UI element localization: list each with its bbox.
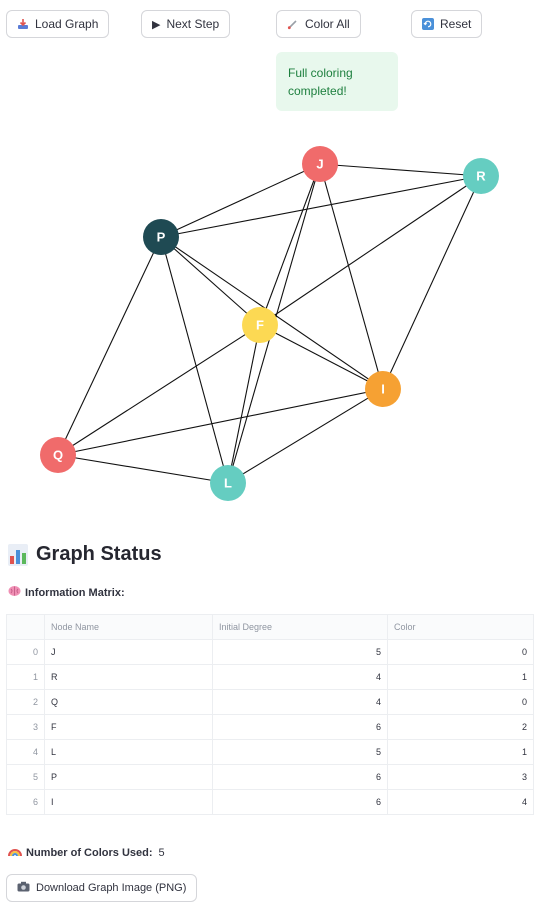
table-row: 6I64 [6,789,534,815]
graph-node-q: Q [40,437,76,473]
color-cell: 3 [387,764,534,790]
graph-edge-i-q [57,388,384,456]
graph-node-l: L [210,465,246,501]
node-label: I [381,382,385,397]
color-cell: 0 [387,689,534,715]
inbox-tray-icon [17,18,29,30]
node-label: R [476,169,486,184]
refresh-icon [422,18,434,30]
table-row: 0J50 [6,639,534,665]
table-row: 4L51 [6,739,534,765]
graph-node-j: J [302,146,338,182]
matrix-label-text: Information Matrix: [25,586,125,599]
node-label: Q [53,448,63,463]
node-label: J [316,157,323,172]
table-header-row: Node Name Initial Degree Color [6,614,534,640]
column-header[interactable]: Color [387,614,534,640]
graph-canvas: J R P F I Q L [40,146,499,501]
row-index: 6 [6,789,45,815]
graph-edge-q-l [57,454,229,484]
color-cell: 1 [387,664,534,690]
color-cell: 0 [387,639,534,665]
node-label: F [256,318,264,333]
rainbow-icon [8,845,22,860]
row-index: 4 [6,739,45,765]
play-icon: ▶ [152,18,161,31]
graph-edge-j-r [319,163,482,177]
node-label: L [224,476,232,491]
paintbrush-icon [287,18,299,30]
table-row: 1R41 [6,664,534,690]
graph-edge-r-p [160,175,482,238]
color-cell: 1 [387,739,534,765]
graph-status-title: Graph Status [36,543,162,565]
graph-edge-r-f [259,175,482,326]
node-name-cell: J [44,639,213,665]
node-name-cell: F [44,714,213,740]
initial-degree-cell: 4 [212,664,388,690]
initial-degree-cell: 6 [212,714,388,740]
initial-degree-cell: 6 [212,789,388,815]
node-name-cell: Q [44,689,213,715]
row-index: 2 [6,689,45,715]
camera-icon [17,881,30,895]
node-name-cell: L [44,739,213,765]
color-cell: 4 [387,789,534,815]
bar-chart-icon [8,543,28,566]
graph-edge-r-i [382,175,482,390]
graph-edge-f-l [227,324,261,484]
color-all-button[interactable]: Color All [276,10,361,38]
load-graph-label: Load Graph [35,17,99,31]
reset-button[interactable]: Reset [411,10,483,38]
graph-node-i: I [365,371,401,407]
download-image-button[interactable]: Download Graph Image (PNG) [6,874,198,902]
node-name-cell: R [44,664,213,690]
node-label: P [157,230,166,245]
initial-degree-cell: 5 [212,639,388,665]
color-cell: 2 [387,714,534,740]
table-row: 3F62 [6,714,534,740]
colors-used-label: Number of Colors Used: [26,846,153,859]
graph-node-f: F [242,307,278,343]
download-label: Download Graph Image (PNG) [36,882,187,894]
graph-status-heading: Graph Status [8,543,162,566]
row-index: 3 [6,714,45,740]
graph-edge-p-f [160,236,261,326]
row-index: 1 [6,664,45,690]
initial-degree-cell: 6 [212,764,388,790]
information-matrix-label: Information Matrix: [8,585,125,600]
next-step-button[interactable]: ▶ Next Step [141,10,231,38]
index-header [6,614,45,640]
graph-edge-j-f [259,163,321,326]
node-name-cell: P [44,764,213,790]
brain-icon [8,585,21,600]
table-row: 2Q40 [6,689,534,715]
success-alert: Full coloring completed! [276,52,398,111]
graph-node-p: P [143,219,179,255]
alert-message: Full coloring completed! [288,66,353,98]
colors-used-line: Number of Colors Used: 5 [8,845,165,860]
node-name-cell: I [44,789,213,815]
initial-degree-cell: 5 [212,739,388,765]
graph-edge-p-l [160,236,229,484]
information-matrix-table: Node Name Initial Degree Color 0J501R412… [6,614,534,815]
row-index: 5 [6,764,45,790]
next-step-label: Next Step [166,17,220,31]
load-graph-button[interactable]: Load Graph [6,10,110,38]
row-index: 0 [6,639,45,665]
graph-edge-j-p [160,163,321,238]
column-header[interactable]: Node Name [44,614,213,640]
graph-edge-f-i [259,324,384,390]
initial-degree-cell: 4 [212,689,388,715]
graph-edge-j-i [319,163,384,390]
table-row: 5P63 [6,764,534,790]
graph-node-r: R [463,158,499,194]
color-all-label: Color All [305,17,350,31]
column-header[interactable]: Initial Degree [212,614,388,640]
reset-label: Reset [440,17,472,31]
colors-used-value: 5 [158,846,165,859]
